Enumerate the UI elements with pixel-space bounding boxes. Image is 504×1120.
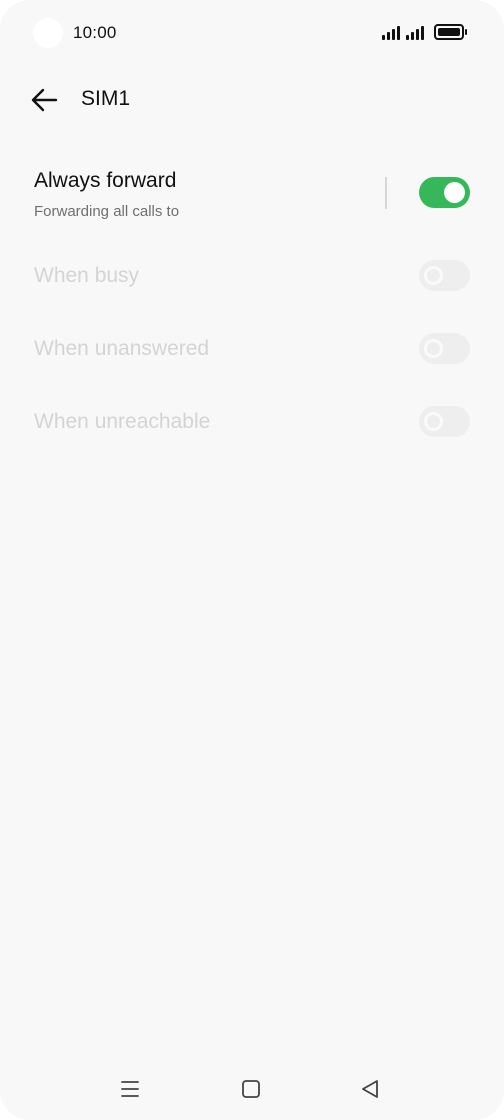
signal-icon: [382, 26, 400, 40]
toggle-knob: [424, 339, 443, 358]
front-camera-icon: [33, 18, 63, 48]
when-unanswered-toggle: [419, 333, 470, 364]
when-busy-toggle: [419, 260, 470, 291]
toggle-knob: [444, 182, 465, 203]
toggle-knob: [424, 266, 443, 285]
system-nav-bar: [0, 1064, 504, 1114]
page-title: SIM1: [81, 87, 131, 110]
setting-subtitle-always-forward: Forwarding all calls to: [34, 203, 180, 220]
setting-title-when-unanswered: When unanswered: [34, 337, 210, 360]
home-icon: [242, 1080, 260, 1098]
setting-title-when-busy: When busy: [34, 264, 140, 287]
app-header: SIM1: [0, 72, 504, 128]
signal-icon: [406, 26, 424, 40]
menu-icon: [121, 1081, 139, 1097]
setting-title-always-forward: Always forward: [34, 169, 177, 192]
recent-apps-button[interactable]: [110, 1074, 150, 1104]
arrow-left-icon: [31, 88, 58, 112]
row-divider: [385, 177, 387, 209]
when-unreachable-toggle: [419, 406, 470, 437]
setting-title-when-unreachable: When unreachable: [34, 410, 211, 433]
status-bar: 10:00: [0, 0, 504, 64]
home-button[interactable]: [231, 1074, 271, 1104]
back-triangle-icon: [362, 1080, 378, 1098]
back-nav-button[interactable]: [350, 1074, 390, 1104]
phone-screen: 10:00 SIM1 Always forward Forwarding all…: [0, 0, 504, 1120]
status-icons: [382, 24, 467, 40]
status-time: 10:00: [73, 23, 117, 42]
battery-icon: [434, 24, 467, 40]
back-button[interactable]: [24, 80, 66, 120]
always-forward-toggle[interactable]: [419, 177, 470, 208]
toggle-knob: [424, 412, 443, 431]
